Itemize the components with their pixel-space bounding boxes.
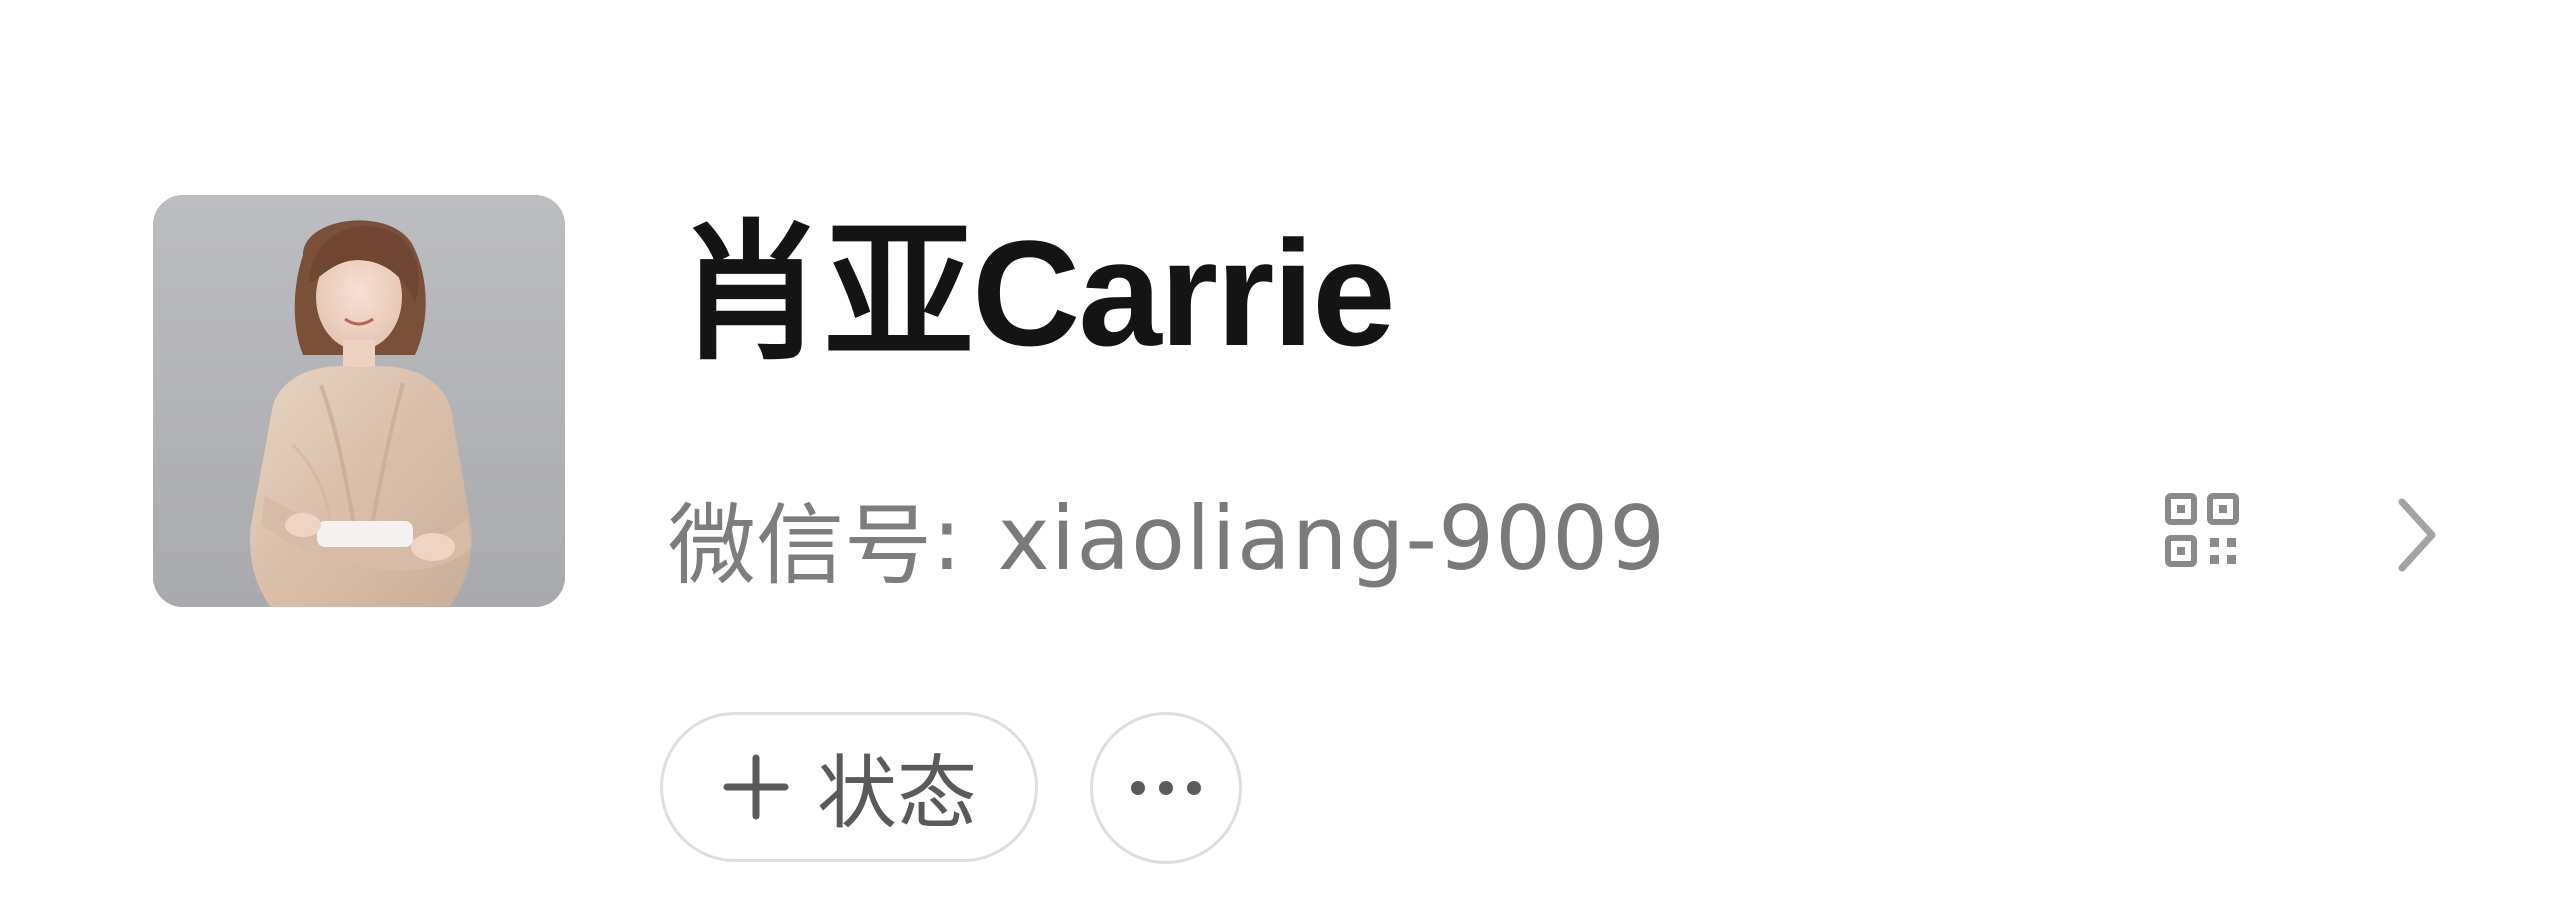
wechat-id-value: xiaoliang-9009 <box>997 486 1667 590</box>
add-status-button[interactable]: 状态 <box>660 712 1038 862</box>
avatar-photo <box>153 195 565 607</box>
chevron-right-icon[interactable] <box>2388 490 2448 580</box>
plus-icon <box>723 754 789 820</box>
status-button-label: 状态 <box>817 747 977 840</box>
qr-code-icon[interactable] <box>2162 490 2242 570</box>
more-button[interactable] <box>1090 712 1242 864</box>
wechat-id-row[interactable]: 微信号 : xiaoliang-9009 <box>668 478 1666 598</box>
profile-header: 肖亚Carrie 微信号 : xiaoliang-9009 状态 <box>0 0 2560 910</box>
avatar[interactable] <box>153 195 565 607</box>
wechat-id-separator: : <box>932 486 962 590</box>
wechat-id-label: 微信号 <box>668 493 933 597</box>
profile-name: 肖亚Carrie <box>676 209 1396 377</box>
more-icon <box>1131 781 1201 795</box>
